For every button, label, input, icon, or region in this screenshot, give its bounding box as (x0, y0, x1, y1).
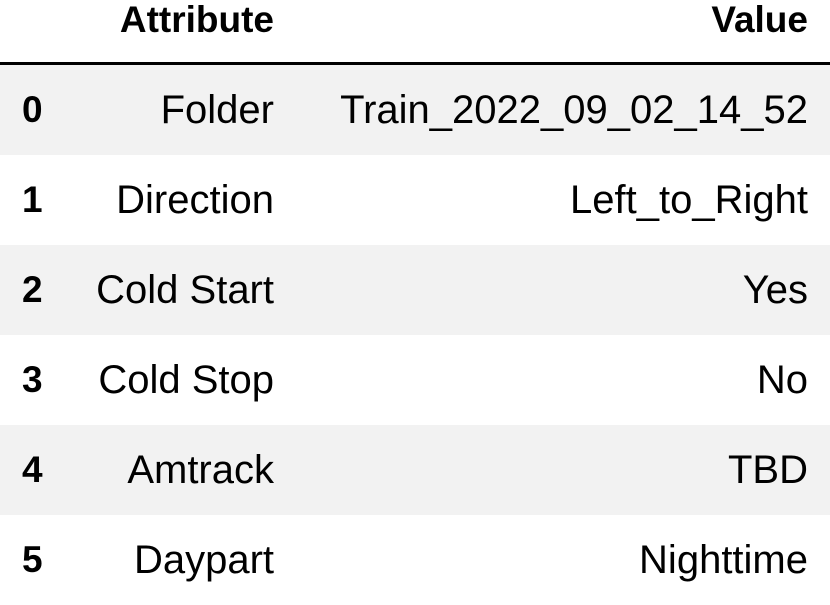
column-header-attribute: Attribute (119, 0, 274, 40)
attribute-cell: Amtrack (127, 448, 274, 492)
row-index: 0 (22, 89, 43, 130)
row-index: 4 (22, 449, 43, 490)
value-cell: Yes (742, 268, 808, 312)
attribute-cell: Folder (160, 88, 274, 132)
value-cell: No (756, 358, 808, 402)
table-row: 5 Daypart Nighttime (0, 515, 830, 605)
table-row: 4 Amtrack TBD (0, 425, 830, 515)
row-index: 1 (22, 179, 43, 220)
attribute-cell: Daypart (133, 538, 274, 582)
attribute-cell: Direction (116, 178, 274, 222)
column-header-value: Value (711, 0, 808, 40)
value-cell: Train_2022_09_02_14_52 (340, 88, 808, 132)
attribute-cell: Cold Stop (98, 358, 274, 402)
table-row: 2 Cold Start Yes (0, 245, 830, 335)
value-cell: Nighttime (639, 538, 808, 582)
row-index: 2 (22, 269, 43, 310)
value-cell: TBD (728, 448, 808, 492)
row-index: 3 (22, 359, 43, 400)
table-row: 1 Direction Left_to_Right (0, 155, 830, 245)
attribute-cell: Cold Start (96, 268, 274, 312)
table-row: 3 Cold Stop No (0, 335, 830, 425)
dataframe-table: Attribute Value 0 Folder Train_2022_09_0… (0, 0, 830, 605)
table-header: Attribute Value (0, 0, 830, 65)
table-row: 0 Folder Train_2022_09_02_14_52 (0, 65, 830, 155)
row-index: 5 (22, 539, 43, 580)
value-cell: Left_to_Right (570, 178, 808, 222)
